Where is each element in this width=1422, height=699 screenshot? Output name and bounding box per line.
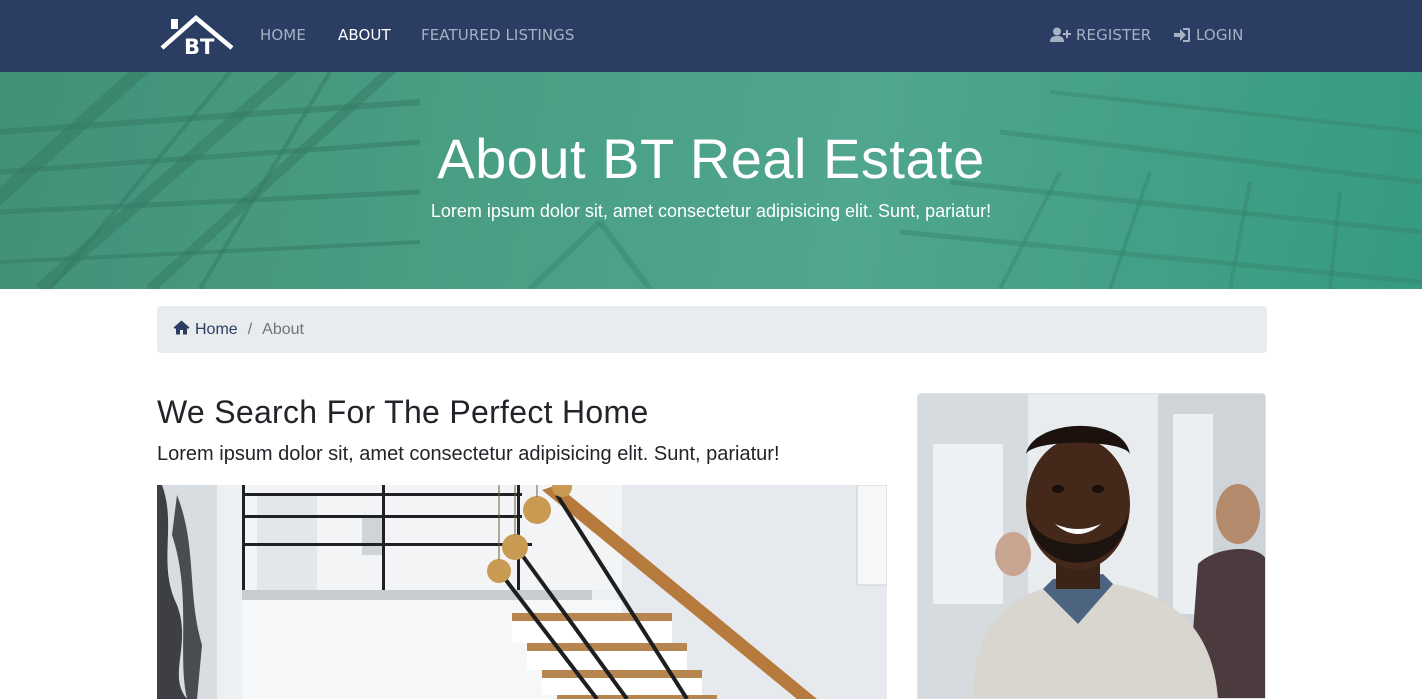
hero-title: About BT Real Estate [437,127,985,190]
navbar: BT HOME ABOUT FEATURED LISTINGS REGISTER… [0,0,1422,72]
breadcrumb-home-link[interactable]: Home [173,320,238,340]
nav-about[interactable]: ABOUT [338,26,391,44]
home-icon [173,320,190,340]
breadcrumb-current: About [262,320,304,338]
about-lead-text: Lorem ipsum dolor sit, amet consectetur … [157,443,780,465]
nav-register-label: REGISTER [1076,26,1152,44]
about-heading: We Search For The Perfect Home [157,394,649,430]
user-plus-icon [1050,27,1071,43]
brand-logo[interactable]: BT [158,14,236,59]
hero-subtitle: Lorem ipsum dolor sit, amet consectetur … [430,201,992,221]
hero-banner: About BT Real Estate Lorem ipsum dolor s… [0,72,1422,289]
sign-in-icon [1174,27,1191,43]
logo-text: BT [184,35,215,58]
breadcrumb: Home / About [157,306,1267,353]
nav-featured-listings[interactable]: FEATURED LISTINGS [421,26,575,44]
realtor-card [917,393,1266,699]
breadcrumb-home-label: Home [195,320,238,338]
nav-login[interactable]: LOGIN [1174,26,1243,44]
realtor-photo [918,394,1265,698]
breadcrumb-separator: / [247,320,253,338]
staircase-photo [157,485,887,699]
nav-login-label: LOGIN [1196,26,1244,44]
nav-home[interactable]: HOME [260,26,306,44]
nav-register[interactable]: REGISTER [1050,26,1151,44]
